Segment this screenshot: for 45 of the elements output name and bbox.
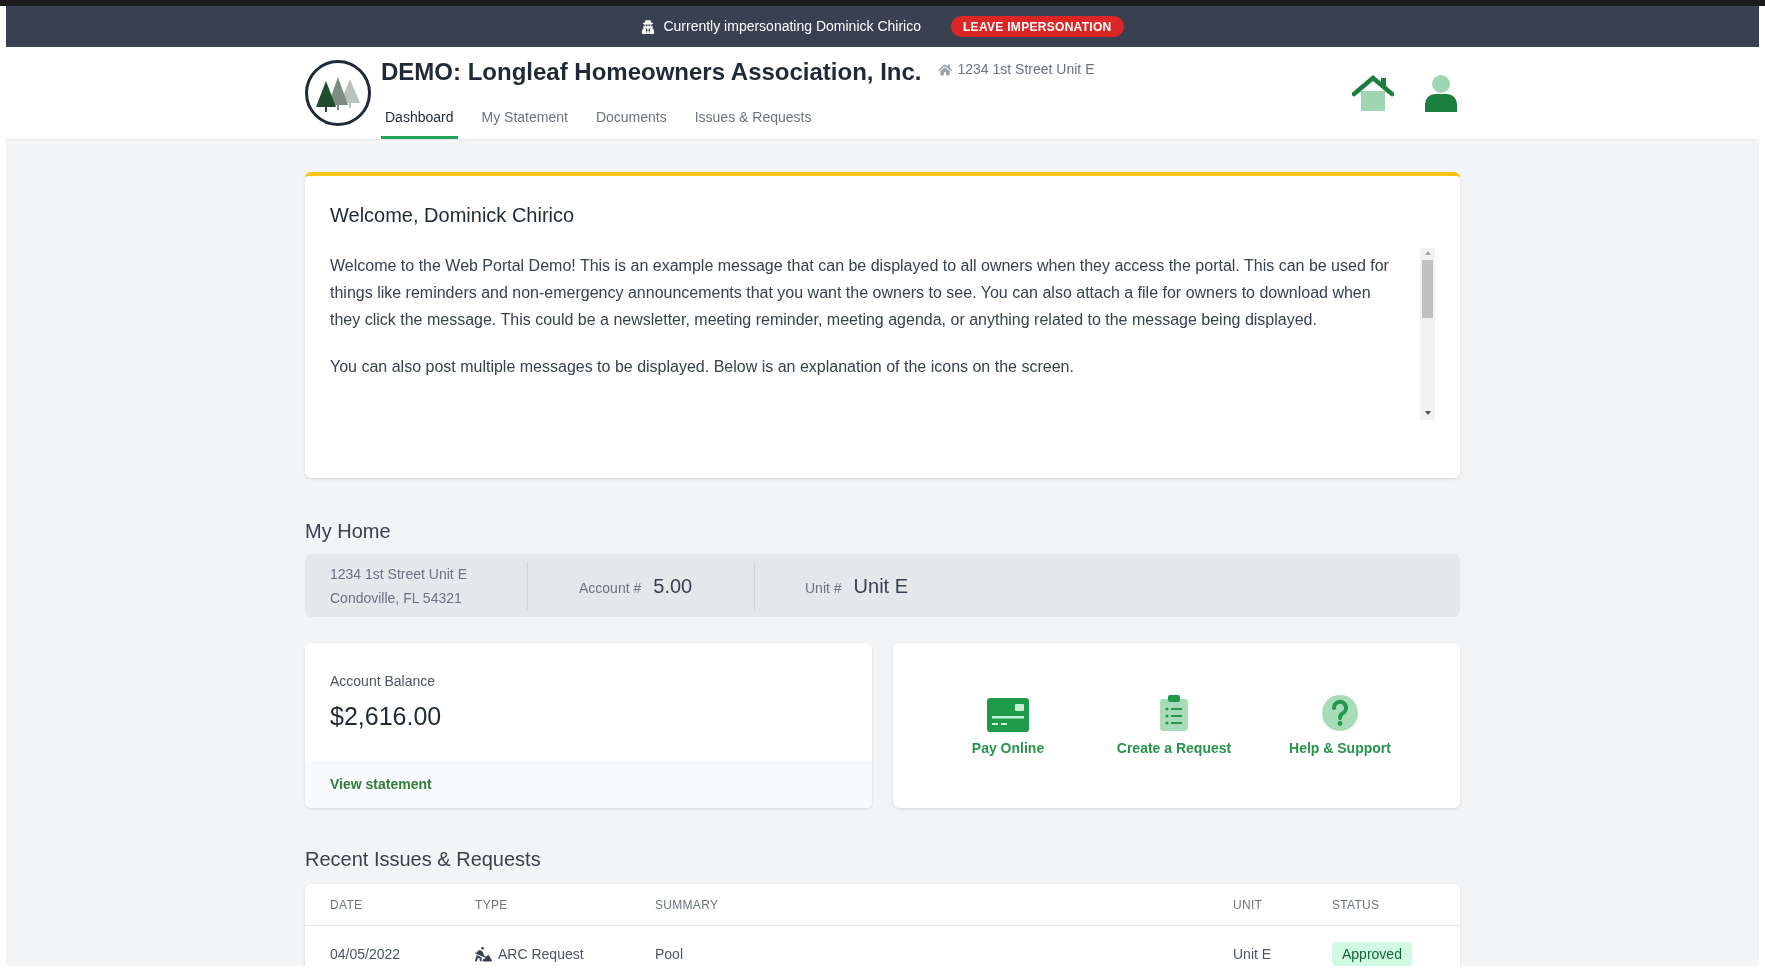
table-cell-text: ARC Request	[498, 944, 584, 964]
nav-tab[interactable]: Dashboard	[381, 103, 458, 139]
account-value: 5.00	[653, 573, 693, 599]
clipboard-icon	[1159, 694, 1189, 732]
association-title: DEMO: Longleaf Homeowners Association, Inc.	[381, 57, 922, 87]
section-heading: My Home	[305, 519, 392, 544]
house-icon	[937, 62, 952, 77]
spy-icon	[641, 19, 656, 34]
section-heading: Recent Issues & Requests	[305, 847, 542, 872]
quick-action-button[interactable]: Create a Request	[1109, 692, 1239, 759]
column-header: UNIT	[1233, 896, 1264, 914]
credit-card-icon	[987, 698, 1029, 732]
column-header: DATE	[330, 896, 364, 914]
scrollbar[interactable]	[1420, 248, 1435, 420]
message-paragraph: You can also post multiple messages to be displayed. Below is an explanation of the icons on the screen.	[330, 357, 1075, 377]
unit-label: Unit #	[805, 578, 842, 598]
nav-tab[interactable]: Documents	[591, 103, 671, 139]
header-address: 1234 1st Street Unit E	[957, 60, 1095, 79]
account-label: Account #	[579, 578, 642, 598]
home-icon[interactable]	[1352, 75, 1394, 111]
view-statement-link[interactable]: View statement	[330, 774, 432, 795]
balance-amount: $2,616.00	[330, 701, 443, 732]
table-cell-text: Unit E	[1233, 944, 1273, 964]
status-badge: Approved	[1332, 941, 1412, 966]
quick-action-button[interactable]: Help & Support	[1275, 692, 1405, 759]
column-header: SUMMARY	[655, 896, 720, 914]
scroll-thumb[interactable]	[1422, 260, 1433, 318]
quick-action-button[interactable]: Pay Online	[943, 692, 1073, 759]
message-paragraph: Welcome to the Web Portal Demo! This is an example message that can be displayed to all owners when they access the portal. This can be used for things like reminders and non-emergency announcements that you want the owners to see. You can also attach a file for owners to download when they click the message. This could be a newsletter, meeting reminder, meeting agenda, or anything related to the message being displayed.	[330, 256, 1390, 330]
banner-text: Currently impersonating Dominick Chirico	[663, 17, 921, 36]
balance-label: Account Balance	[330, 672, 437, 691]
unit-value: Unit E	[853, 573, 909, 599]
nav-tab[interactable]: My Statement	[477, 103, 572, 139]
profile-icon[interactable]	[1424, 74, 1458, 112]
table-cell-text: 04/05/2022	[330, 944, 402, 964]
home-address-line: Condoville, FL 54321	[330, 588, 463, 608]
table-cell-text: Pool	[655, 944, 685, 964]
welcome-title: Welcome, Dominick Chirico	[330, 203, 576, 228]
column-header: STATUS	[1332, 896, 1381, 914]
help-icon	[1321, 694, 1359, 732]
home-address-line: 1234 1st Street Unit E	[330, 564, 468, 584]
nav-tab[interactable]: Issues & Requests	[690, 103, 816, 139]
leave-impersonation-button[interactable]: LEAVE IMPERSONATION	[950, 16, 1124, 37]
column-header: TYPE	[475, 896, 509, 914]
digging-person-icon	[475, 946, 492, 962]
